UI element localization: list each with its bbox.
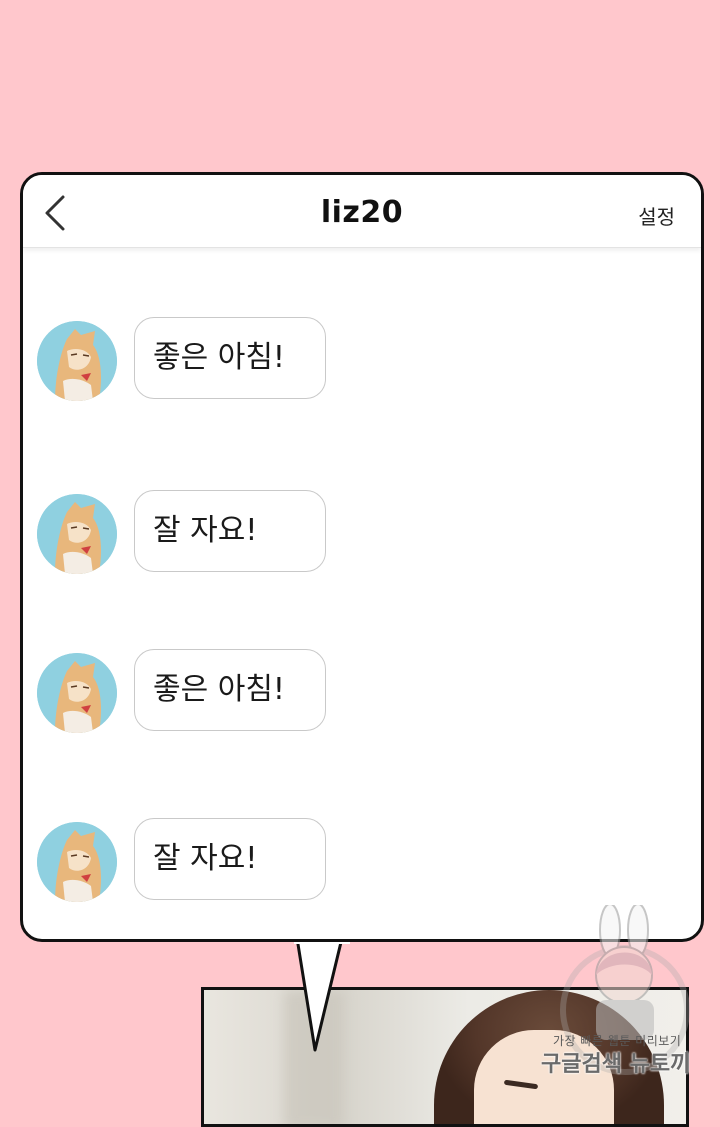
cat-avatar[interactable] <box>37 321 117 401</box>
message-bubble: 좋은 아침! <box>134 317 326 399</box>
message-bubble: 좋은 아침! <box>134 649 326 731</box>
cat-avatar[interactable] <box>37 494 117 574</box>
chat-window: liz20 설정 좋은 아침! 잘 자요! 좋은 아침! 잘 자요! <box>20 172 704 942</box>
chat-title: liz20 <box>320 195 404 230</box>
chat-header: liz20 설정 <box>23 175 701 248</box>
watermark-title: 구글검색 뉴토끼 <box>541 1052 691 1077</box>
speech-bubble-tail <box>294 938 350 1052</box>
cat-avatar[interactable] <box>37 822 117 902</box>
cat-avatar[interactable] <box>37 653 117 733</box>
message-bubble: 잘 자요! <box>134 818 326 900</box>
settings-button[interactable]: 설정 <box>638 201 675 230</box>
message-bubble: 잘 자요! <box>134 490 326 572</box>
